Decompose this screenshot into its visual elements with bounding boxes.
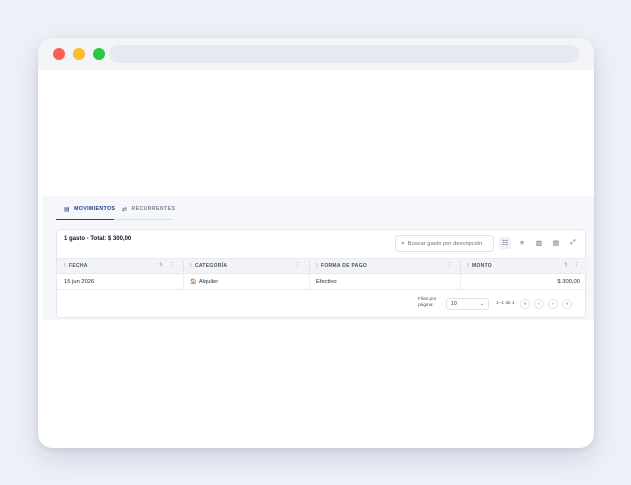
chevron-right-icon: › xyxy=(552,301,554,307)
last-page-icon: » xyxy=(565,301,569,307)
receipt-icon: ▤ xyxy=(64,206,71,213)
chevron-left-icon: ‹ xyxy=(538,301,540,307)
pagination-range: 1–1 de 1 xyxy=(496,301,515,306)
table-header: ⁞ FECHA ⇅ ⋮ ⁞ CATEGORÍA ⋮ ⁞ FORMA DE PAG… xyxy=(57,258,587,274)
export-button[interactable]: ▤ xyxy=(550,237,562,249)
table-row[interactable]: 15 jun 2026 🏠 Alquiler Efectivo $ 300,00 xyxy=(57,274,587,290)
column-header-categoria[interactable]: ⁞ CATEGORÍA xyxy=(190,259,227,273)
fullscreen-button[interactable]: ⤢ xyxy=(567,237,579,249)
chevron-down-icon: ⌄ xyxy=(479,301,484,307)
sort-icon[interactable]: ⇅ xyxy=(159,262,163,268)
window-titlebar xyxy=(38,38,594,70)
maximize-window-button[interactable] xyxy=(93,48,105,60)
last-page-button[interactable]: » xyxy=(562,299,572,309)
column-menu-icon[interactable]: ⋮ xyxy=(447,262,453,268)
previous-page-button[interactable]: ‹ xyxy=(534,299,544,309)
repeat-icon: ⇄ xyxy=(122,206,128,213)
search-box[interactable]: ⌕ xyxy=(395,235,494,252)
cell-divider xyxy=(460,274,461,289)
drag-handle-icon[interactable]: ⁞ xyxy=(190,263,192,269)
cell-forma-de-pago: Efectivo xyxy=(316,278,337,285)
column-menu-icon[interactable]: ⋮ xyxy=(295,262,301,268)
browser-window: ▤ MOVIMIENTOS ⇄ RECURRENTES 1 gasto - To… xyxy=(38,38,594,448)
first-page-button[interactable]: « xyxy=(520,299,530,309)
column-menu-icon[interactable]: ⋮ xyxy=(169,262,175,268)
expenses-summary: 1 gasto - Total: $ 300,00 xyxy=(64,236,132,242)
tab-bar: ▤ MOVIMIENTOS ⇄ RECURRENTES xyxy=(56,199,176,220)
tab-label: MOVIMIENTOS xyxy=(74,206,116,212)
column-label: CATEGORÍA xyxy=(194,263,228,269)
column-header-forma-de-pago[interactable]: ⁞ FORMA DE PAGO xyxy=(316,259,367,273)
drag-handle-icon[interactable]: ⁞ xyxy=(64,263,66,269)
column-label: FORMA DE PAGO xyxy=(320,263,368,269)
filter-button[interactable]: ≡ xyxy=(516,237,528,249)
rows-per-page-select[interactable]: 10 ⌄ xyxy=(446,298,489,310)
cell-fecha: 15 jun 2026 xyxy=(64,278,95,285)
cell-monto: $ 300,00 xyxy=(557,278,580,285)
columns-button[interactable]: ☷ xyxy=(499,237,511,249)
address-bar[interactable] xyxy=(109,45,579,63)
search-input[interactable] xyxy=(407,240,490,247)
export-icon: ▤ xyxy=(552,240,560,247)
rows-per-page-value: 10 xyxy=(451,301,457,307)
sort-icon[interactable]: ⇅ xyxy=(564,262,568,268)
density-button[interactable]: ▥ xyxy=(533,237,545,249)
cell-divider xyxy=(309,274,310,289)
fullscreen-icon: ⤢ xyxy=(570,239,576,246)
expenses-panel: ▤ MOVIMIENTOS ⇄ RECURRENTES 1 gasto - To… xyxy=(42,196,594,320)
tab-recurrentes[interactable]: ⇄ RECURRENTES xyxy=(114,199,176,220)
first-page-icon: « xyxy=(523,301,527,307)
category-label: Alquiler xyxy=(198,278,219,285)
tab-movimientos[interactable]: ▤ MOVIMIENTOS xyxy=(56,199,116,220)
search-icon: ⌕ xyxy=(401,239,405,247)
cell-categoria: 🏠 Alquiler xyxy=(190,274,218,289)
column-menu-icon[interactable]: ⋮ xyxy=(574,262,580,268)
rows-per-page-label: Filas por página: xyxy=(418,297,437,308)
category-icon: 🏠 xyxy=(190,278,197,285)
drag-handle-icon[interactable]: ⁞ xyxy=(316,263,318,269)
expenses-table-card: 1 gasto - Total: $ 300,00 ⌕ ☷ ≡ ▥ ▤ ⤢ xyxy=(56,229,587,318)
cell-divider xyxy=(183,274,184,289)
density-icon: ▥ xyxy=(535,240,543,247)
next-page-button[interactable]: › xyxy=(548,299,558,309)
columns-icon: ☷ xyxy=(502,240,508,247)
close-window-button[interactable] xyxy=(53,48,65,60)
column-header-fecha[interactable]: ⁞ FECHA xyxy=(64,259,88,273)
minimize-window-button[interactable] xyxy=(73,48,85,60)
column-header-monto[interactable]: ⁞ MONTO xyxy=(467,259,492,273)
filter-icon: ≡ xyxy=(520,239,524,247)
drag-handle-icon[interactable]: ⁞ xyxy=(467,263,469,269)
column-label: FECHA xyxy=(68,263,88,269)
tab-label: RECURRENTES xyxy=(131,206,176,212)
column-separator[interactable] xyxy=(183,261,184,271)
column-separator[interactable] xyxy=(309,261,310,271)
column-label: MONTO xyxy=(471,263,492,269)
column-separator[interactable] xyxy=(460,261,461,271)
